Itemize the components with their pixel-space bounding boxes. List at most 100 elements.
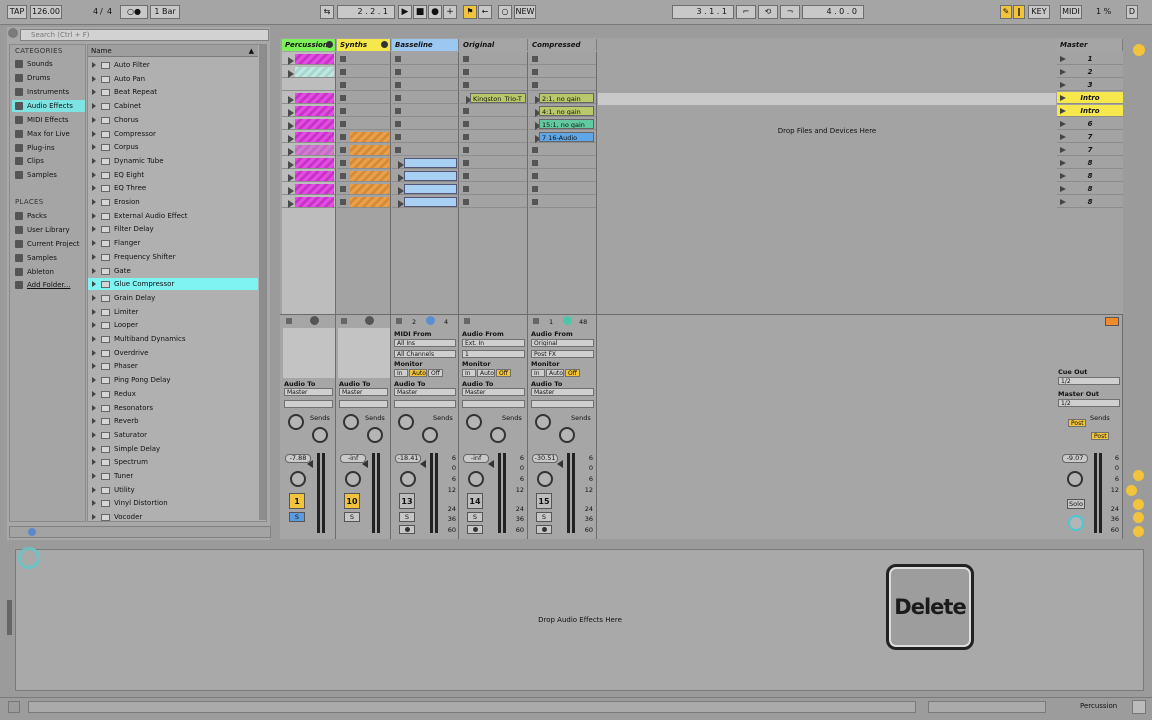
stop-all-icon[interactable] (286, 318, 292, 324)
clip-stop-icon[interactable] (340, 173, 346, 179)
browser-item[interactable]: Looper (88, 319, 258, 331)
scene-launcher[interactable]: 8 (1057, 196, 1123, 208)
device-view-handle[interactable] (7, 600, 12, 635)
send-b-knob[interactable] (559, 427, 575, 443)
basseline-clip[interactable] (404, 197, 457, 207)
track-fold-icon[interactable] (326, 41, 333, 48)
browser-item[interactable]: Overdrive (88, 347, 258, 359)
percussion-clip[interactable] (295, 132, 334, 142)
add-icon[interactable]: + (443, 5, 457, 19)
volume-fader-icon[interactable] (420, 460, 426, 468)
pan-knob[interactable] (400, 471, 416, 487)
new-button[interactable]: NEW (514, 5, 536, 19)
solo-button[interactable]: S (399, 512, 415, 522)
stop-all-icon[interactable] (341, 318, 347, 324)
browser-item[interactable]: Limiter (88, 306, 258, 318)
clip-launch-icon[interactable] (285, 94, 294, 104)
clip-stop-icon[interactable] (395, 82, 401, 88)
synths-clip[interactable] (350, 184, 389, 194)
pan-knob[interactable] (290, 471, 306, 487)
clip-launch-icon[interactable] (285, 146, 294, 156)
audio-to-select[interactable]: Master (531, 388, 594, 396)
monitor-in-button[interactable]: In (462, 369, 476, 377)
clip-stop-icon[interactable] (340, 95, 346, 101)
send-b-knob[interactable] (367, 427, 383, 443)
clip-stop-icon[interactable] (395, 121, 401, 127)
track-activator-button[interactable]: 13 (399, 493, 415, 509)
clip-slot[interactable] (460, 144, 527, 156)
percussion-clip[interactable] (295, 158, 334, 168)
clip-slot[interactable] (392, 105, 458, 117)
expand-icon[interactable] (92, 185, 96, 192)
solo-button[interactable]: S (536, 512, 552, 522)
clip-stop-icon[interactable] (395, 56, 401, 62)
browser-item[interactable]: EQ Three (88, 182, 258, 194)
clip-stop-icon[interactable] (463, 186, 469, 192)
clip-stop-icon[interactable] (340, 82, 346, 88)
scene-play-icon[interactable] (1060, 121, 1066, 127)
scene-play-icon[interactable] (1060, 160, 1066, 166)
synths-clip[interactable] (350, 158, 389, 168)
clip-stop-icon[interactable] (340, 69, 346, 75)
stop-all-icon[interactable] (464, 318, 470, 324)
clip-stop-icon[interactable] (532, 69, 538, 75)
arm-button[interactable] (536, 525, 552, 534)
track-header-master[interactable]: Master (1057, 39, 1123, 51)
scene-launcher[interactable]: Intro (1057, 105, 1123, 117)
browser-item[interactable]: Multiband Dynamics (88, 333, 258, 345)
loop-length[interactable]: 4 . 0 . 0 (802, 5, 864, 19)
clip-stop-icon[interactable] (340, 108, 346, 114)
volume-fader-icon[interactable] (362, 460, 368, 468)
session-view-icon[interactable] (1133, 44, 1145, 56)
master-clip-icon[interactable] (1105, 317, 1119, 326)
browser-item[interactable]: Erosion (88, 196, 258, 208)
expand-icon[interactable] (92, 89, 96, 96)
record-icon[interactable]: ● (428, 5, 442, 19)
category-samples[interactable]: Samples (12, 169, 85, 181)
category-drums[interactable]: Drums (12, 72, 85, 84)
scene-launcher[interactable]: 2 (1057, 66, 1123, 78)
audio-to-select[interactable]: Master (394, 388, 456, 396)
browser-preview-bar[interactable] (9, 526, 271, 538)
compressed-clip[interactable]: 7 16-Audio (539, 132, 594, 142)
browser-item[interactable]: Reverb (88, 415, 258, 427)
category-audio-effects[interactable]: Audio Effects (12, 100, 85, 112)
percussion-clip[interactable] (295, 93, 334, 103)
clip-stop-icon[interactable] (340, 56, 346, 62)
song-position[interactable]: 2 . 2 . 1 (337, 5, 395, 19)
tap-point-select[interactable]: Post FX (531, 350, 594, 358)
expand-icon[interactable] (92, 116, 96, 123)
track-header-basseline[interactable]: Basseline (392, 39, 459, 51)
arm-button[interactable] (399, 525, 415, 534)
expand-icon[interactable] (92, 294, 96, 301)
audio-to-channel-select[interactable] (339, 400, 388, 408)
automation-arm-icon[interactable]: ○ (498, 5, 512, 19)
pan-knob[interactable] (537, 471, 553, 487)
monitor-in-button[interactable]: In (394, 369, 408, 377)
place-samples[interactable]: Samples (12, 252, 85, 264)
expand-icon[interactable] (92, 226, 96, 233)
send-b-knob[interactable] (490, 427, 506, 443)
expand-icon[interactable] (92, 445, 96, 452)
draw-mode-icon[interactable]: ✎ (1000, 5, 1012, 19)
stop-all-icon[interactable] (396, 318, 402, 324)
clip-stop-icon[interactable] (532, 199, 538, 205)
clip-launch-icon[interactable] (285, 133, 294, 143)
clip-stop-icon[interactable] (532, 56, 538, 62)
clip-slot[interactable] (460, 66, 527, 78)
clip-stop-icon[interactable] (532, 160, 538, 166)
browser-toggle-icon[interactable] (8, 28, 18, 38)
category-midi-effects[interactable]: MIDI Effects (12, 114, 85, 126)
stop-icon[interactable]: ■ (413, 5, 427, 19)
expand-icon[interactable] (92, 62, 96, 68)
io-icon[interactable] (1133, 470, 1144, 481)
expand-icon[interactable] (92, 500, 96, 507)
preview-icon[interactable] (28, 528, 36, 536)
volume-fader-icon[interactable] (488, 460, 494, 468)
punch-in-icon[interactable]: ⌐ (736, 5, 756, 19)
audio-to-channel-select[interactable] (394, 400, 456, 408)
percussion-clip[interactable] (295, 197, 334, 207)
browser-item[interactable]: External Audio Effect (88, 210, 258, 222)
browser-item[interactable]: Corpus (88, 141, 258, 153)
expand-icon[interactable] (92, 322, 96, 329)
